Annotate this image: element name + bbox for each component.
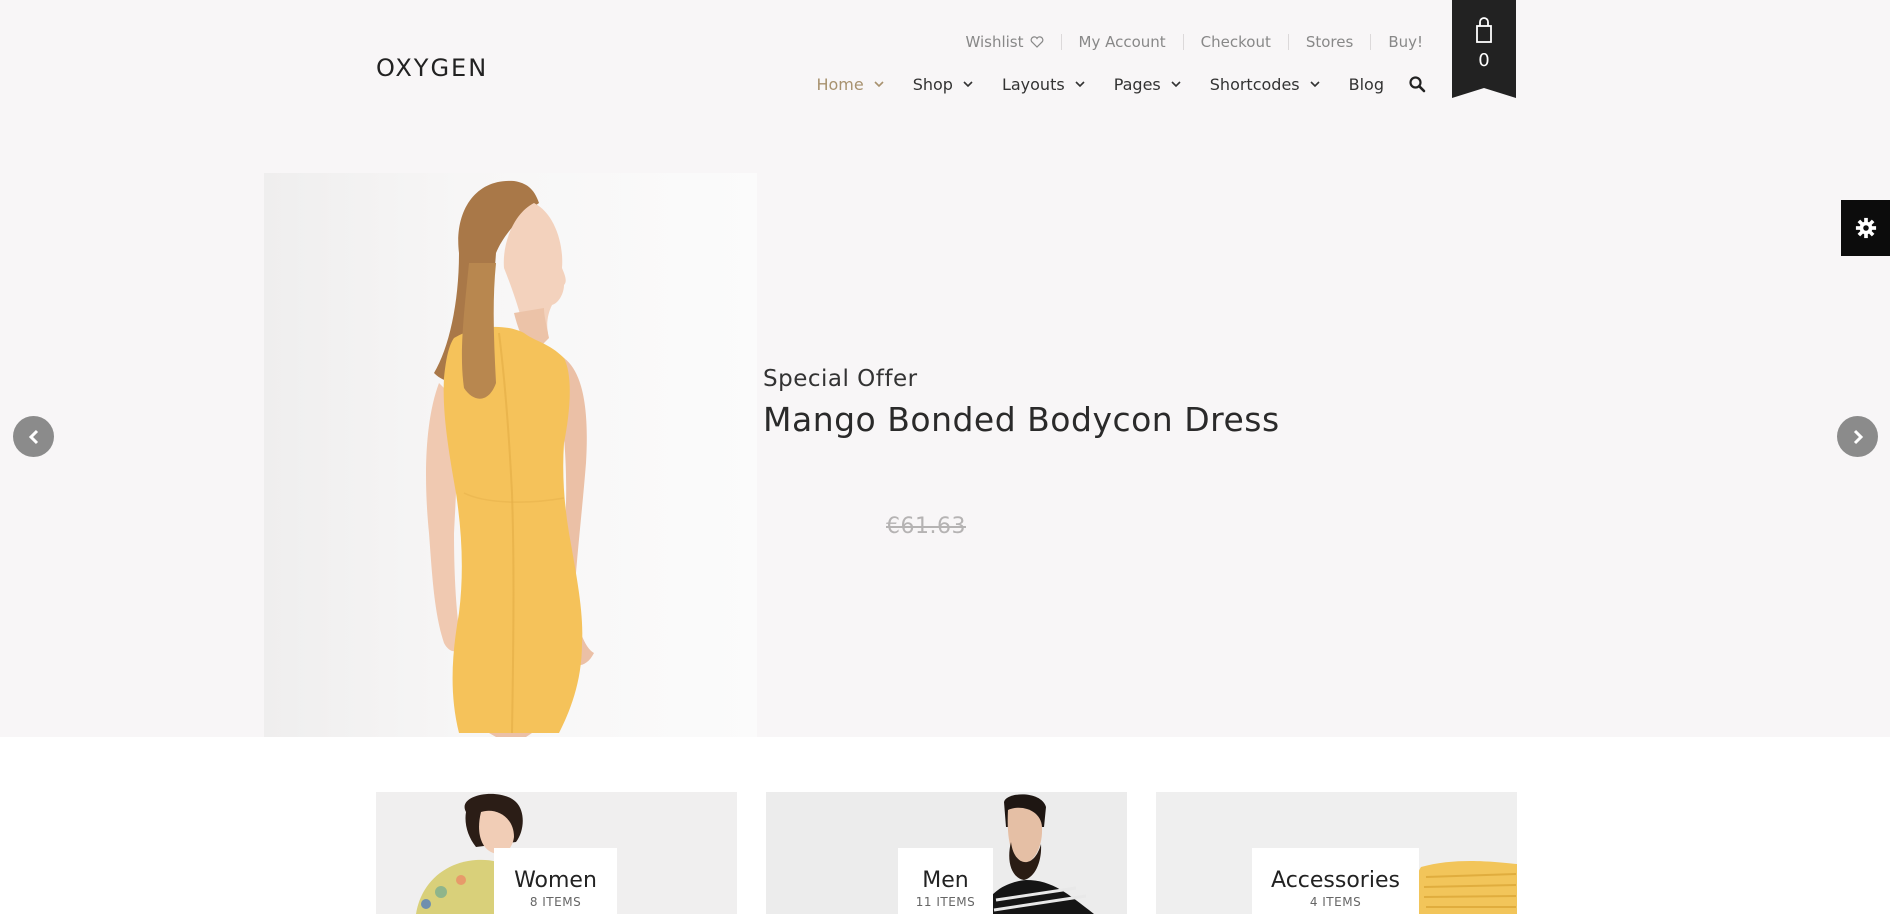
nav-label: Pages	[1113, 74, 1161, 94]
nav-label: Shop	[912, 74, 953, 94]
nav-item-pages[interactable]: Pages	[1114, 75, 1181, 94]
category-tile-women[interactable]: Women 8 ITEMS	[376, 792, 737, 914]
cart-button[interactable]: 0	[1452, 0, 1516, 100]
my-account-link[interactable]: My Account	[1060, 33, 1183, 51]
top-links: Wishlist My Account Checkout Stores Buy!	[965, 32, 1423, 52]
category-count: 11 ITEMS	[915, 895, 976, 909]
nav-label: Layouts	[1001, 74, 1065, 94]
stores-link[interactable]: Stores	[1287, 33, 1370, 51]
chevron-down-icon	[1310, 80, 1320, 87]
chevron-right-icon	[1853, 429, 1863, 444]
category-name: Accessories	[1271, 868, 1400, 893]
slider-prev-button[interactable]	[13, 416, 54, 457]
category-label: Women 8 ITEMS	[494, 848, 617, 914]
category-name: Women	[514, 868, 597, 893]
nav-item-shop[interactable]: Shop	[913, 75, 973, 94]
page: OXYGEN Wishlist My Account Checkout Stor…	[0, 0, 1890, 914]
hero-subtitle: Special Offer	[763, 366, 918, 392]
nav-item-blog[interactable]: Blog	[1349, 75, 1384, 94]
nav-label: Shortcodes	[1209, 74, 1300, 94]
category-label: Accessories 4 ITEMS	[1252, 848, 1419, 914]
main-nav: Home Shop Layouts Pages Shortcodes Blog	[816, 73, 1426, 95]
category-tile-accessories[interactable]: Accessories 4 ITEMS	[1156, 792, 1517, 914]
site-logo[interactable]: OXYGEN	[376, 54, 488, 82]
settings-toggle[interactable]	[1841, 200, 1890, 256]
wishlist-label: Wishlist	[965, 33, 1024, 51]
hero-old-price: €61.63	[886, 514, 966, 539]
chevron-down-icon	[1171, 80, 1181, 87]
slider-next-button[interactable]	[1837, 416, 1878, 457]
gear-icon	[1855, 217, 1876, 239]
woman-yellow-dress-illustration	[426, 180, 594, 737]
category-count: 8 ITEMS	[529, 895, 582, 909]
search-icon[interactable]	[1408, 75, 1426, 93]
hero-product-image[interactable]	[264, 173, 757, 737]
nav-label: Home	[816, 74, 864, 94]
category-count: 4 ITEMS	[1309, 895, 1362, 909]
nav-item-shortcodes[interactable]: Shortcodes	[1210, 75, 1320, 94]
category-name: Men	[922, 868, 969, 893]
chevron-left-icon	[28, 429, 38, 444]
hero-title[interactable]: Mango Bonded Bodycon Dress	[763, 400, 1280, 439]
nav-item-layouts[interactable]: Layouts	[1002, 75, 1085, 94]
category-tile-men[interactable]: Men 11 ITEMS	[766, 792, 1127, 914]
heart-icon	[1030, 36, 1043, 48]
chevron-down-icon	[963, 80, 973, 87]
buy-link[interactable]: Buy!	[1370, 33, 1423, 51]
nav-label: Blog	[1348, 74, 1384, 94]
nav-item-home[interactable]: Home	[816, 74, 884, 94]
chevron-down-icon	[874, 80, 884, 87]
category-label: Men 11 ITEMS	[898, 848, 993, 914]
chevron-down-icon	[1075, 80, 1085, 87]
checkout-link[interactable]: Checkout	[1182, 33, 1288, 51]
wishlist-link[interactable]: Wishlist	[965, 33, 1060, 51]
cart-count: 0	[1478, 50, 1490, 71]
